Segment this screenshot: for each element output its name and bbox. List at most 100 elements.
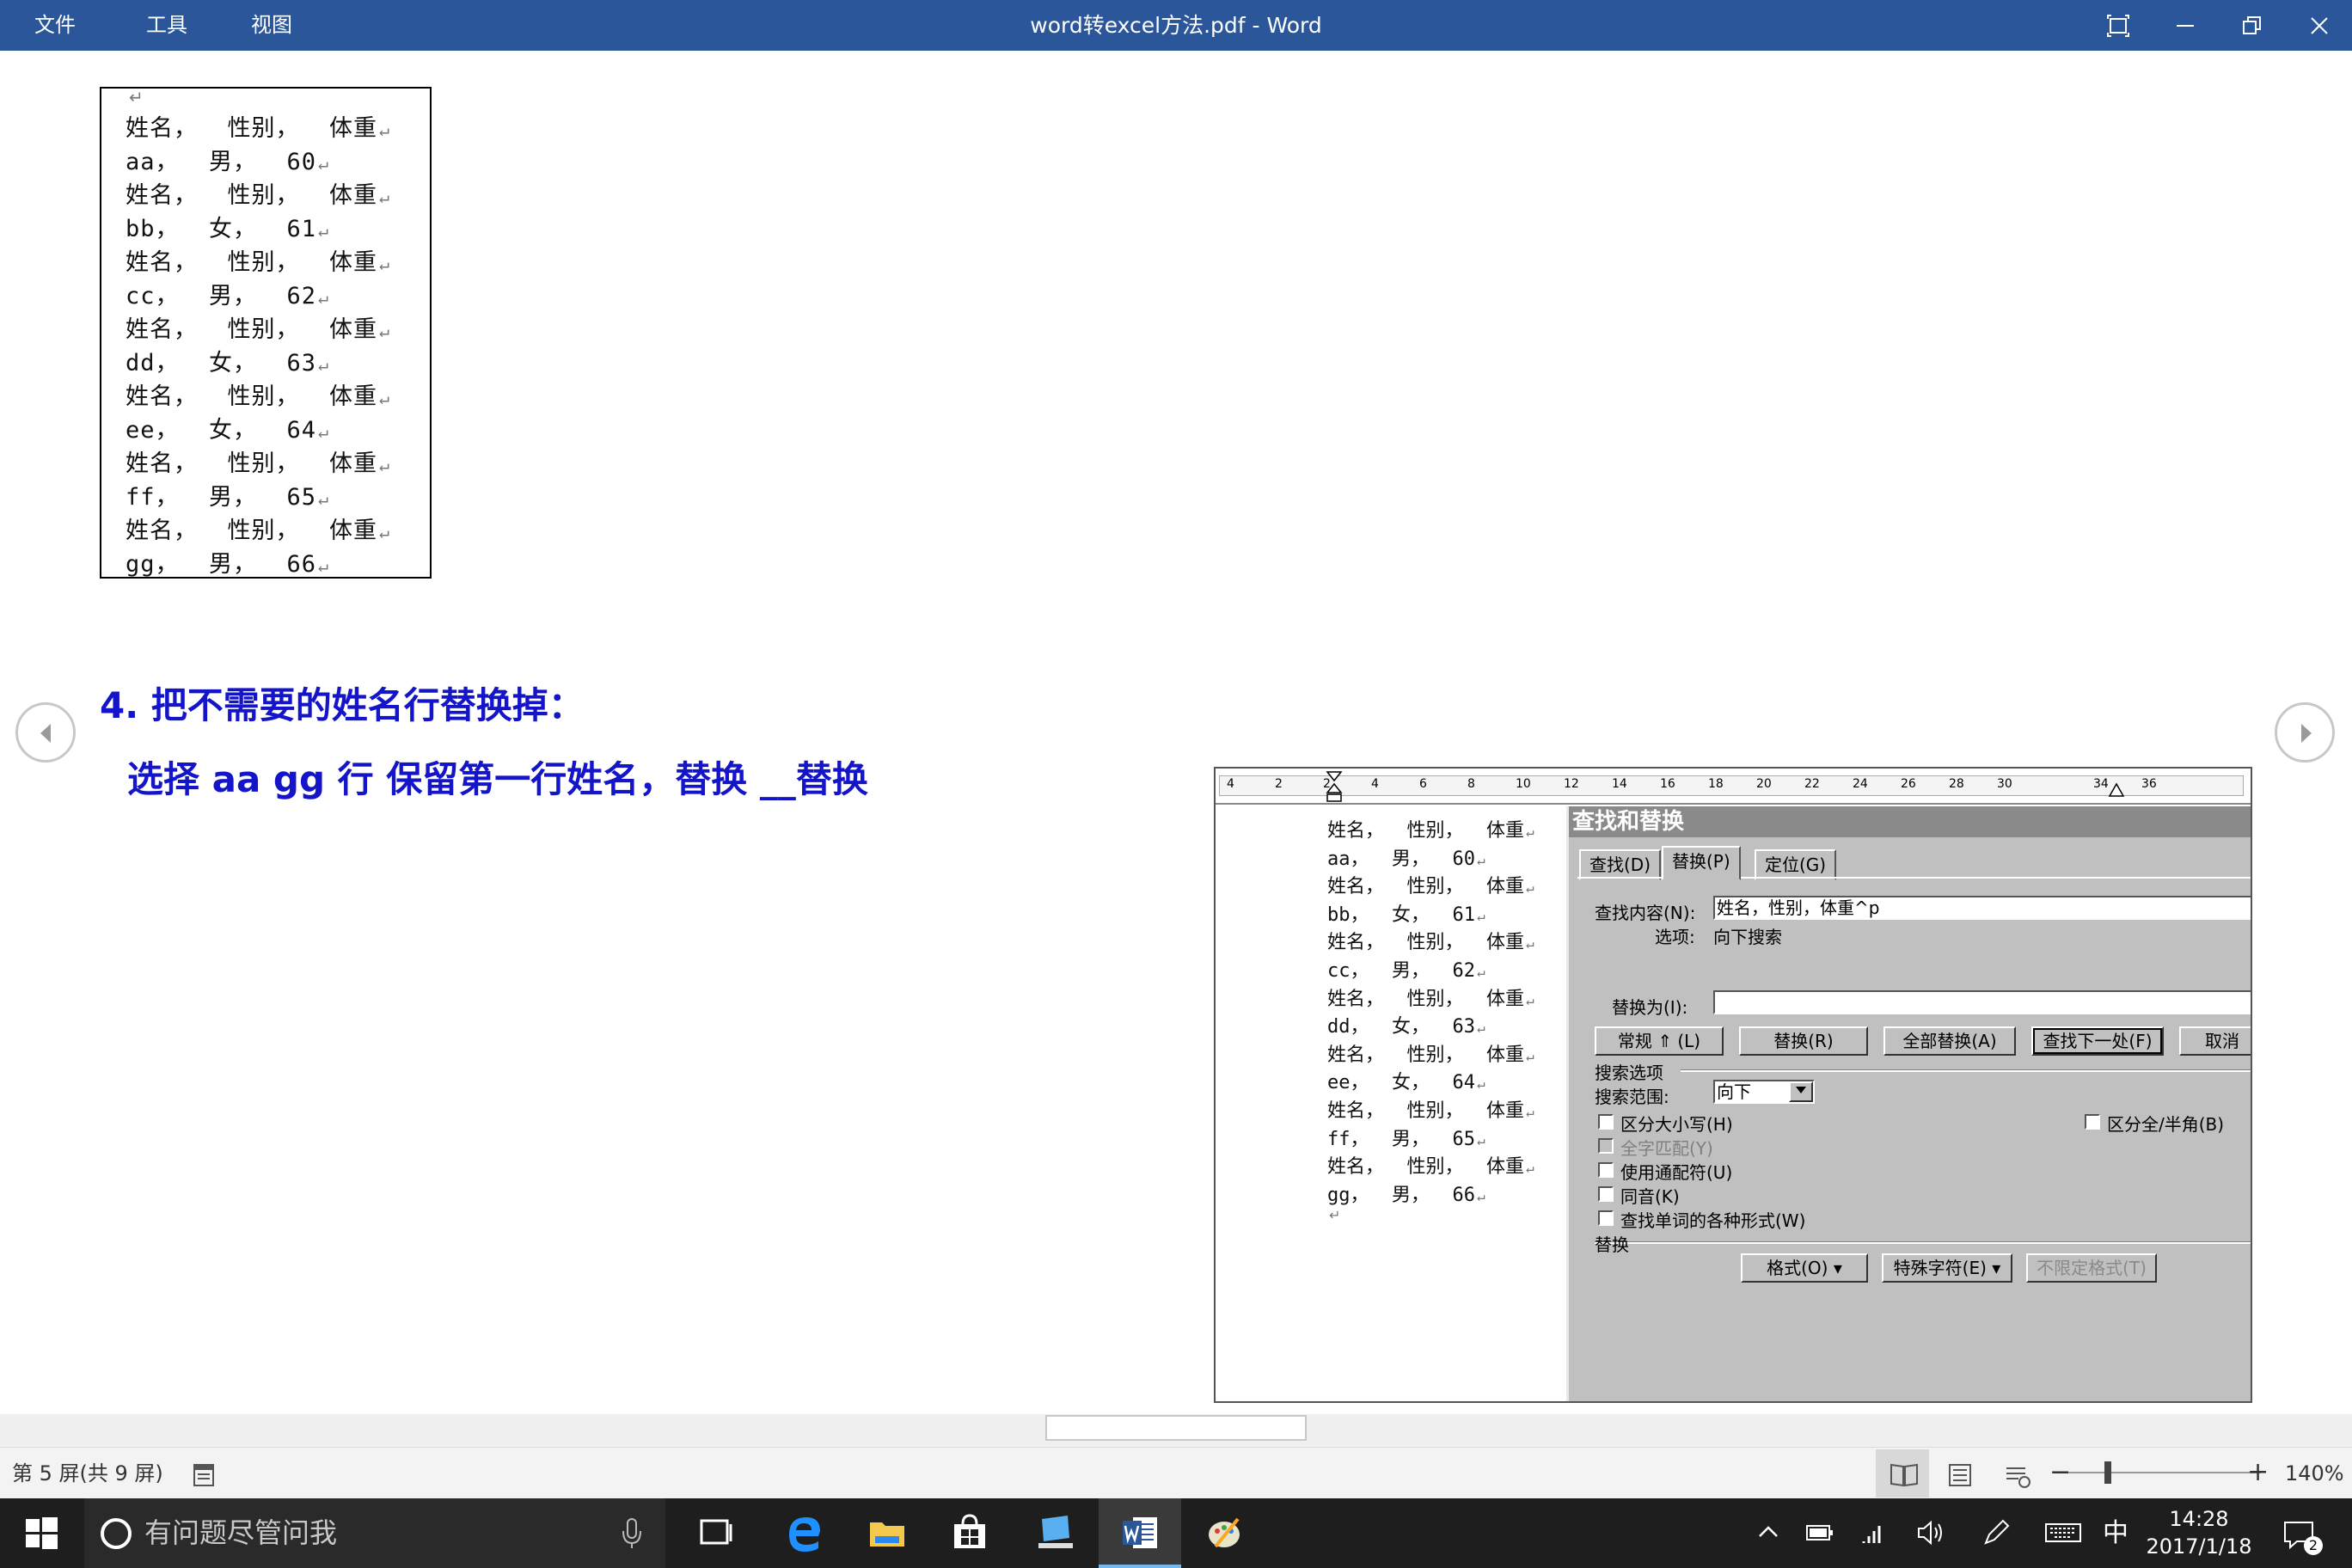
find-next-button[interactable]: 查找下一处(F) [2031, 1026, 2164, 1056]
ruler-tick-label: 28 [1949, 777, 1964, 791]
screenshot-list-line-text: 姓名， 性别， 体重 [1327, 932, 1524, 954]
replace-input[interactable] [1713, 990, 2251, 1014]
dialog-title: 查找和替换 [1569, 806, 2251, 837]
edge-icon [789, 1517, 820, 1552]
return-mark: ↵ [379, 388, 391, 408]
no-format-button[interactable]: 不限定格式(T) [2026, 1253, 2157, 1283]
list-line-text: 姓名， 性别， 体重 [126, 249, 378, 276]
ruler-tick-label: 4 [1227, 777, 1234, 791]
screenshot-list-line-text: ff， 男， 65 [1327, 1128, 1475, 1150]
menu-view[interactable]: 视图 [242, 0, 301, 51]
list-line-text: cc， 男， 62 [126, 283, 317, 309]
taskbar-search-box[interactable]: 有问题尽管问我 [84, 1498, 665, 1568]
less-options-button[interactable]: 常规 ⇑ (L) [1595, 1026, 1724, 1056]
volume-button[interactable] [1908, 1498, 1950, 1568]
start-button[interactable] [0, 1498, 83, 1568]
full-half-checkbox[interactable] [2085, 1114, 2100, 1130]
print-layout-button[interactable] [1932, 1449, 1986, 1498]
tab-goto[interactable]: 定位(G) [1755, 849, 1837, 880]
replace-button[interactable]: 替换(R) [1739, 1026, 1868, 1056]
screenshot-list-line: bb， 女， 61 ↵ [1327, 899, 1485, 927]
whole-word-checkbox[interactable] [1598, 1138, 1614, 1154]
title-bar: 文件 工具 视图 word转excel方法.pdf - Word [0, 0, 2352, 51]
windows-logo-icon [26, 1517, 58, 1549]
network-button[interactable] [1853, 1498, 1895, 1568]
screenshot-list-line-text: bb， 女， 61 [1327, 903, 1475, 926]
ruler-tick-label: 34 [2093, 777, 2109, 791]
clock-date[interactable]: 2017/1/18 [2139, 1534, 2259, 1559]
special-button[interactable]: 特殊字符(E) ▾ [1882, 1253, 2012, 1283]
ruler-tick-label: 2 [1275, 777, 1283, 791]
return-mark: ↵ [379, 187, 391, 207]
dropdown-button[interactable] [1789, 1081, 1813, 1102]
pen-button[interactable] [1974, 1498, 2015, 1568]
list-line: 姓名， 性别， 体重 ↵ [126, 310, 390, 344]
paint-button[interactable] [1183, 1498, 1265, 1568]
word-button[interactable] [1099, 1498, 1181, 1568]
page-status: 第 5 屏(共 9 屏) [12, 1461, 163, 1485]
format-button[interactable]: 格式(O) ▾ [1741, 1253, 1868, 1283]
ruler-tick-label: 26 [1901, 777, 1916, 791]
zoom-slider[interactable] [2068, 1448, 2261, 1499]
replace-all-button[interactable]: 全部替换(A) [1883, 1026, 2016, 1056]
task-view-button[interactable] [674, 1498, 756, 1568]
sounds-like-checkbox[interactable] [1598, 1186, 1614, 1202]
data-list-box: ↵ 姓名， 性别， 体重 ↵ aa， 男， 60 ↵ 姓名， 性别， 体重 ↵ bb， 女，… [100, 87, 432, 579]
wildcards-checkbox[interactable] [1598, 1162, 1614, 1178]
return-mark: ↵ [1476, 964, 1485, 980]
web-layout-button[interactable] [1989, 1449, 2043, 1498]
match-case-checkbox[interactable] [1598, 1114, 1614, 1130]
list-line: 姓名， 性别， 体重 ↵ [126, 243, 390, 277]
zoom-thumb[interactable] [2104, 1461, 2111, 1484]
sounds-like-label: 同音(K) [1620, 1186, 1680, 1207]
zoom-in-button[interactable]: + [2247, 1448, 2269, 1498]
file-explorer-button[interactable] [846, 1498, 928, 1568]
microphone-icon[interactable] [621, 1517, 643, 1550]
chevron-left-icon [40, 724, 51, 743]
clock-time[interactable]: 14:28 [2146, 1507, 2252, 1531]
full-half-label: 区分全/半角(B) [2107, 1114, 2225, 1135]
cancel-button[interactable]: 取消 [2179, 1026, 2251, 1056]
ruler-track: 4 2 2 4 6 8 10 12 14 16 18 20 22 24 26 28 30 34 36 [1219, 775, 2244, 796]
list-line: 姓名， 性别， 体重 ↵ [126, 109, 390, 143]
screenshot-list-line: ee， 女， 64 ↵ [1327, 1067, 1485, 1094]
menu-tools[interactable]: 工具 [138, 0, 196, 51]
show-hidden-icons-button[interactable] [1750, 1498, 1785, 1568]
remote-desktop-button[interactable] [1014, 1498, 1097, 1568]
close-icon [2311, 17, 2328, 34]
input-method-indicator[interactable]: 中 [2103, 1498, 2128, 1568]
menu-file[interactable]: 文件 [26, 0, 84, 51]
screenshot-list-line-text: 姓名， 性别， 体重 [1327, 1044, 1524, 1066]
close-button[interactable] [2285, 0, 2352, 51]
ruler-tick-label: 12 [1564, 777, 1579, 791]
word-icon [1123, 1517, 1157, 1548]
tab-replace[interactable]: 替换(P) [1662, 846, 1741, 880]
horizontal-scrollbar-thumb[interactable] [1045, 1415, 1307, 1441]
list-line-text: ee， 女， 64 [126, 417, 317, 444]
return-mark: ↵ [318, 421, 330, 442]
screenshot-list-line-text: 姓名， 性别， 体重 [1327, 820, 1524, 842]
restore-button[interactable] [2218, 0, 2287, 51]
book-icon [1890, 1463, 1918, 1487]
store-button[interactable] [928, 1498, 1011, 1568]
list-line-text: gg， 男， 66 [126, 551, 317, 578]
next-page-button[interactable] [2275, 702, 2335, 763]
find-input[interactable]: 姓名，性别，体重^p [1713, 896, 2251, 920]
page-nav-button[interactable] [177, 1449, 230, 1498]
minimize-button[interactable] [2151, 0, 2220, 51]
action-center-button[interactable] [2275, 1498, 2323, 1568]
return-mark: ↵ [318, 555, 330, 576]
zoom-level[interactable]: 140% [2285, 1448, 2344, 1499]
battery-button[interactable] [1798, 1498, 1840, 1568]
return-mark: ↵ [1525, 1047, 1534, 1064]
edge-button[interactable] [763, 1498, 846, 1568]
screenshot-list-line: 姓名， 性别， 体重 ↵ [1327, 1151, 1534, 1179]
word-forms-checkbox[interactable] [1598, 1210, 1614, 1226]
read-mode-button[interactable] [1876, 1449, 1929, 1498]
touch-keyboard-button[interactable] [2037, 1498, 2086, 1568]
return-mark: ↵ [1476, 1020, 1485, 1037]
fullscreen-button[interactable] [2084, 0, 2153, 51]
tab-find[interactable]: 查找(D) [1579, 849, 1662, 880]
return-mark: ↵ [1476, 1131, 1485, 1148]
previous-page-button[interactable] [15, 702, 76, 763]
